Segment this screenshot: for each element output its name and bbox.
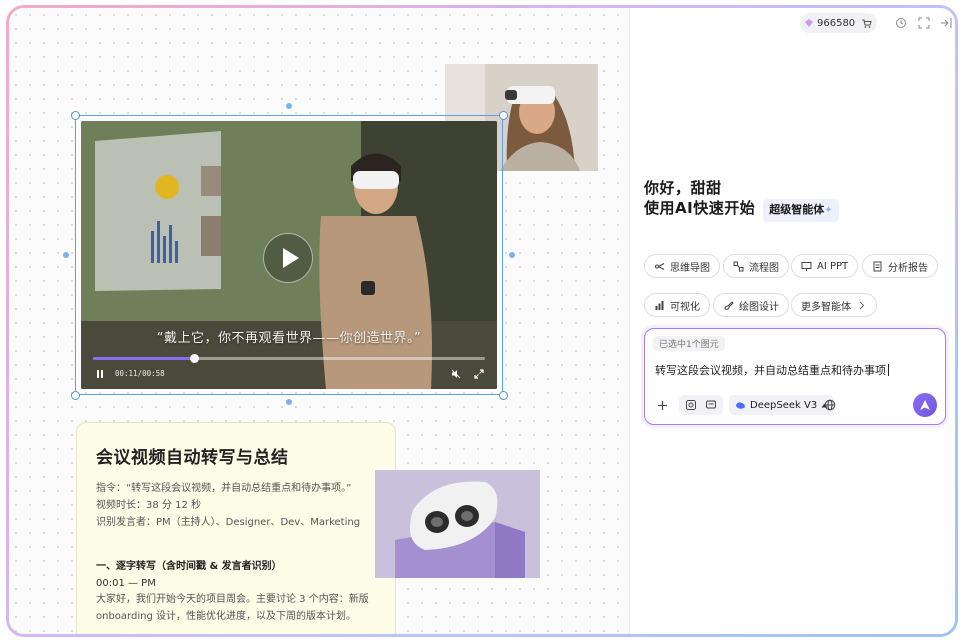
deepseek-whale-icon [736, 401, 745, 409]
mute-icon[interactable] [451, 369, 461, 379]
rotate-handle-top[interactable] [286, 103, 292, 109]
chevron-right-icon [859, 301, 865, 309]
chip-visualization[interactable]: 可视化 [644, 293, 710, 317]
chat-input-box[interactable]: 已选中1个图元 转写这段会议视频，并自动总结重点和待办事项 DeepSeek V… [644, 328, 946, 425]
greeting-subtitle-row: 使用AI快速开始 超级智能体✦ [644, 198, 839, 222]
chip-label: 流程图 [749, 262, 779, 274]
video-time: 00:11/00:58 [115, 369, 165, 378]
document-paragraph-line: onboarding 设计，性能优化进度，以及下周的版本计划。 [96, 611, 356, 622]
add-attachment-button[interactable] [653, 396, 671, 414]
chip-ai-ppt[interactable]: AI PPT [791, 254, 859, 278]
resize-handle-bottom-right[interactable] [499, 391, 508, 400]
model-selector[interactable]: DeepSeek V3 [729, 395, 835, 415]
document-section-title: 一、逐字转写（含时间戳 & 发言者识别） [96, 561, 282, 572]
credits-value: 966580 [817, 17, 856, 29]
selection-tag: 已选中1个图元 [653, 336, 725, 351]
input-toolbar: DeepSeek V3 [653, 393, 937, 417]
edge-handle-left[interactable] [63, 252, 69, 258]
app-window: “戴上它，你不再观看世界——你创造世界。” 00:11/00:58 会议视频自动… [9, 8, 955, 634]
super-agent-label: 超级智能体 [769, 203, 825, 216]
chip-label: AI PPT [817, 260, 849, 272]
send-button[interactable] [913, 393, 937, 417]
fullscreen-icon[interactable] [918, 17, 930, 29]
sparkle-icon: ✦ [824, 205, 833, 216]
prompt-text: 转写这段会议视频，并自动总结重点和待办事项 [655, 364, 886, 377]
video-player[interactable]: “戴上它，你不再观看世界——你创造世界。” 00:11/00:58 [81, 121, 497, 389]
transcript-document-card[interactable]: 会议视频自动转写与总结 指令：“转写这段会议视频，并自动总结重点和待办事项。” … [76, 422, 396, 634]
chip-analysis-report[interactable]: 分析报告 [862, 254, 938, 278]
report-icon [873, 261, 882, 271]
document-speakers: 识别发言者：PM（主持人）、Designer、Dev、Marketing [96, 517, 361, 528]
document-title: 会议视频自动转写与总结 [96, 448, 289, 468]
greeting-subtitle: 使用AI快速开始 [644, 199, 756, 217]
prompt-input[interactable]: 转写这段会议视频，并自动总结重点和待办事项 [655, 362, 889, 378]
document-timestamp: 00:01 — PM [96, 578, 156, 589]
collapse-panel-icon[interactable] [940, 17, 952, 29]
greeting-title: 你好，甜甜 [644, 179, 722, 197]
chip-label: 可视化 [670, 301, 700, 313]
whiteboard-canvas[interactable]: “戴上它，你不再观看世界——你创造世界。” 00:11/00:58 会议视频自动… [9, 8, 629, 634]
history-icon[interactable] [895, 17, 907, 29]
brush-icon [724, 300, 734, 310]
web-search-button[interactable] [821, 396, 839, 414]
video-progress-fill [93, 357, 195, 360]
mindmap-icon [655, 262, 665, 270]
video-progress-bar[interactable] [93, 354, 485, 363]
chip-more-agents[interactable]: 更多智能体 [791, 293, 877, 317]
greeting: 你好，甜甜 使用AI快速开始 超级智能体✦ [644, 178, 839, 222]
edge-handle-bottom[interactable] [286, 399, 292, 405]
document-paragraph-line: 大家好，我们开始今天的项目周会。主要讨论 3 个内容：新版 [96, 594, 369, 605]
chip-mindmap[interactable]: 思维导图 [644, 254, 720, 278]
chip-label: 绘图设计 [739, 301, 779, 313]
super-agent-badge[interactable]: 超级智能体✦ [763, 199, 839, 222]
credits-balance[interactable]: 966580 [800, 13, 878, 33]
document-duration: 视频时长：38 分 12 秒 [96, 500, 201, 511]
globe-icon [824, 399, 836, 411]
document-instruction: 指令：“转写这段会议视频，并自动总结重点和待办事项。” [96, 483, 352, 494]
chip-flowchart[interactable]: 流程图 [723, 254, 789, 278]
pause-icon[interactable] [95, 369, 105, 379]
gem-icon [805, 19, 813, 27]
ai-assistant-panel: 966580 你好，甜甜 使用AI快速开始 超级智能体✦ 思维导图 流程图 AI… [630, 8, 955, 634]
resize-handle-top-right[interactable] [499, 111, 508, 120]
edge-handle-right[interactable] [509, 252, 515, 258]
flowchart-icon [733, 261, 744, 271]
cart-icon[interactable] [861, 18, 872, 29]
chip-label: 更多智能体 [801, 301, 851, 313]
chip-drawing-design[interactable]: 绘图设计 [713, 293, 789, 317]
chart-icon [655, 300, 664, 310]
resize-handle-top-left[interactable] [71, 111, 80, 120]
model-name: DeepSeek V3 [750, 399, 818, 411]
tool-group [679, 395, 723, 415]
image-tool-icon[interactable] [685, 399, 697, 411]
message-tool-icon[interactable] [705, 399, 717, 411]
text-caret [888, 364, 889, 376]
vr-headset-photo[interactable] [375, 470, 540, 578]
resize-handle-bottom-left[interactable] [71, 391, 80, 400]
plus-icon [657, 400, 667, 410]
presentation-icon [801, 261, 812, 271]
chip-label: 思维导图 [670, 262, 710, 274]
play-button[interactable] [263, 233, 313, 283]
chip-label: 分析报告 [888, 262, 928, 274]
app-frame: “戴上它，你不再观看世界——你创造世界。” 00:11/00:58 会议视频自动… [6, 5, 958, 637]
video-subtitle: “戴上它，你不再观看世界——你创造世界。” [156, 331, 422, 346]
fullscreen-video-icon[interactable] [474, 369, 484, 379]
send-arrow-icon [920, 400, 930, 410]
